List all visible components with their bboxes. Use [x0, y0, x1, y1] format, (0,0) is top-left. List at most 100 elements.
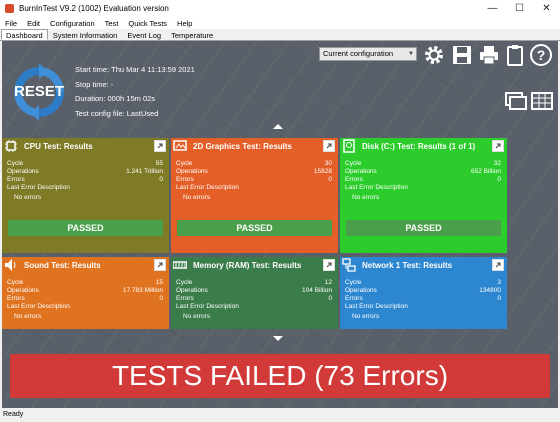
help-icon[interactable]: ?: [529, 43, 553, 67]
dashboard-panel: RESET Start time: Thu Mar 4 11:13:59 202…: [2, 41, 558, 408]
reset-button[interactable]: RESET: [10, 63, 68, 121]
window-title: BurnInTest V9.2 (1002) Evaluation versio…: [19, 4, 169, 13]
close-icon[interactable]: ✕: [533, 0, 560, 17]
menu-file[interactable]: File: [0, 19, 22, 28]
tab-event-log[interactable]: Event Log: [122, 29, 166, 40]
tab-bar: Dashboard System Information Event Log T…: [0, 29, 560, 41]
cycle-row: Cycle 12: [176, 279, 332, 287]
tile-title: Network 1 Test: Results: [362, 260, 453, 270]
tile-title: Sound Test: Results: [24, 260, 101, 270]
errors-label: Errors: [176, 176, 194, 183]
last-error-row: Last Error Description: [7, 303, 163, 311]
errors-value: 0: [328, 295, 332, 302]
tab-dashboard[interactable]: Dashboard: [1, 29, 48, 40]
svg-text:?: ?: [537, 47, 546, 63]
tests-failed-banner: TESTS FAILED (73 Errors): [10, 354, 550, 398]
open-details-icon[interactable]: [492, 259, 504, 271]
operations-label: Operations: [176, 287, 208, 294]
cycle-label: Cycle: [176, 279, 193, 286]
errors-value: 0: [159, 176, 163, 183]
last-error-label: Last Error Description: [7, 184, 70, 191]
scroll-down-arrow-icon[interactable]: [273, 336, 283, 341]
cycle-value: 55: [155, 160, 163, 167]
last-error-label: Last Error Description: [345, 303, 408, 310]
duration: Duration: 000h 15m 02s: [75, 94, 156, 103]
cycle-row: Cycle 30: [176, 160, 332, 168]
operations-value: 134800: [479, 287, 501, 294]
operations-value: 652 Billion: [471, 168, 501, 175]
gear-icon[interactable]: [422, 43, 446, 67]
network-test-tile: Network 1 Test: Results Cycle 3 Operation…: [340, 257, 507, 329]
configuration-select[interactable]: Current configuration ▼: [319, 47, 417, 61]
errors-row: Errors 0: [7, 176, 163, 184]
tile-header: 2D Graphics Test: Results: [171, 138, 338, 154]
errors-value: 0: [159, 295, 163, 302]
minimize-icon[interactable]: —: [479, 0, 506, 17]
errors-value: 0: [328, 176, 332, 183]
open-details-icon[interactable]: [492, 140, 504, 152]
open-details-icon[interactable]: [154, 259, 166, 271]
errors-label: Errors: [176, 295, 194, 302]
last-error-value: No errors: [352, 194, 380, 201]
cycle-label: Cycle: [7, 279, 24, 286]
open-details-icon[interactable]: [323, 140, 335, 152]
printer-icon[interactable]: [477, 43, 501, 67]
cycle-value: 15: [155, 279, 163, 286]
cpu-test-tile: CPU Test: Results Cycle 55 Operations 1.24…: [2, 138, 169, 253]
last-error-value: No errors: [14, 313, 42, 320]
operations-row: Operations 134800: [345, 287, 501, 295]
last-error-value: No errors: [352, 313, 380, 320]
chevron-down-icon: ▼: [408, 51, 414, 57]
operations-row: Operations 104 Billion: [176, 287, 332, 295]
last-error-row: Last Error Description: [345, 184, 501, 192]
window-layout-icon[interactable]: [504, 89, 528, 113]
tab-temperature[interactable]: Temperature: [166, 29, 218, 40]
tile-header: Sound Test: Results: [2, 257, 169, 273]
tab-system-information[interactable]: System Information: [48, 29, 123, 40]
last-error-label: Last Error Description: [176, 184, 239, 191]
open-details-icon[interactable]: [154, 140, 166, 152]
operations-label: Operations: [7, 168, 39, 175]
last-error-row: Last Error Description: [176, 303, 332, 311]
menu-edit[interactable]: Edit: [22, 19, 45, 28]
operations-label: Operations: [345, 168, 377, 175]
tile-title: CPU Test: Results: [24, 141, 93, 151]
run-info: Start time: Thu Mar 4 11:13:59 2021 Stop…: [75, 65, 195, 123]
tile-header: Disk (C:) Test: Results (1 of 1): [340, 138, 507, 154]
maximize-icon[interactable]: ☐: [506, 0, 533, 17]
stop-time: Stop time: -: [75, 79, 114, 89]
start-time: Start time: Thu Mar 4 11:13:59 2021: [75, 65, 195, 74]
open-details-icon[interactable]: [323, 259, 335, 271]
tests-failed-text: TESTS FAILED (73 Errors): [111, 360, 449, 391]
memory-icon: [173, 258, 187, 272]
menu-help[interactable]: Help: [172, 19, 197, 28]
menu-test[interactable]: Test: [100, 19, 124, 28]
cycle-row: Cycle 32: [345, 160, 501, 168]
errors-row: Errors 0: [345, 176, 501, 184]
cycle-label: Cycle: [345, 279, 362, 286]
errors-value: 0: [497, 295, 501, 302]
reset-label: RESET: [13, 83, 64, 100]
memory-test-tile: Memory (RAM) Test: Results Cycle 12 Opera…: [171, 257, 338, 329]
last-error-row: Last Error Description: [176, 184, 332, 192]
operations-row: Operations 1.241 Trillion: [7, 168, 163, 176]
menu-quick-tests[interactable]: Quick Tests: [123, 19, 172, 28]
operations-value: 1.241 Trillion: [126, 168, 163, 175]
tile-header: CPU Test: Results: [2, 138, 169, 154]
sound-test-tile: Sound Test: Results Cycle 15 Operations 17…: [2, 257, 169, 329]
operations-value: 15828: [313, 168, 332, 175]
speaker-icon: [4, 258, 18, 272]
operations-row: Operations 15828: [176, 168, 332, 176]
errors-row: Errors 0: [176, 176, 332, 184]
errors-label: Errors: [7, 176, 25, 183]
app-icon: [5, 4, 14, 13]
save-icon[interactable]: [450, 43, 474, 67]
last-error-label: Last Error Description: [176, 303, 239, 310]
clipboard-icon[interactable]: [503, 43, 527, 67]
network-icon: [342, 258, 356, 272]
grid-layout-icon[interactable]: [530, 89, 554, 113]
operations-row: Operations 17.783 Million: [7, 287, 163, 295]
scroll-up-arrow-icon[interactable]: [273, 124, 283, 129]
menu-configuration[interactable]: Configuration: [45, 19, 100, 28]
status-badge: PASSED: [8, 220, 163, 236]
